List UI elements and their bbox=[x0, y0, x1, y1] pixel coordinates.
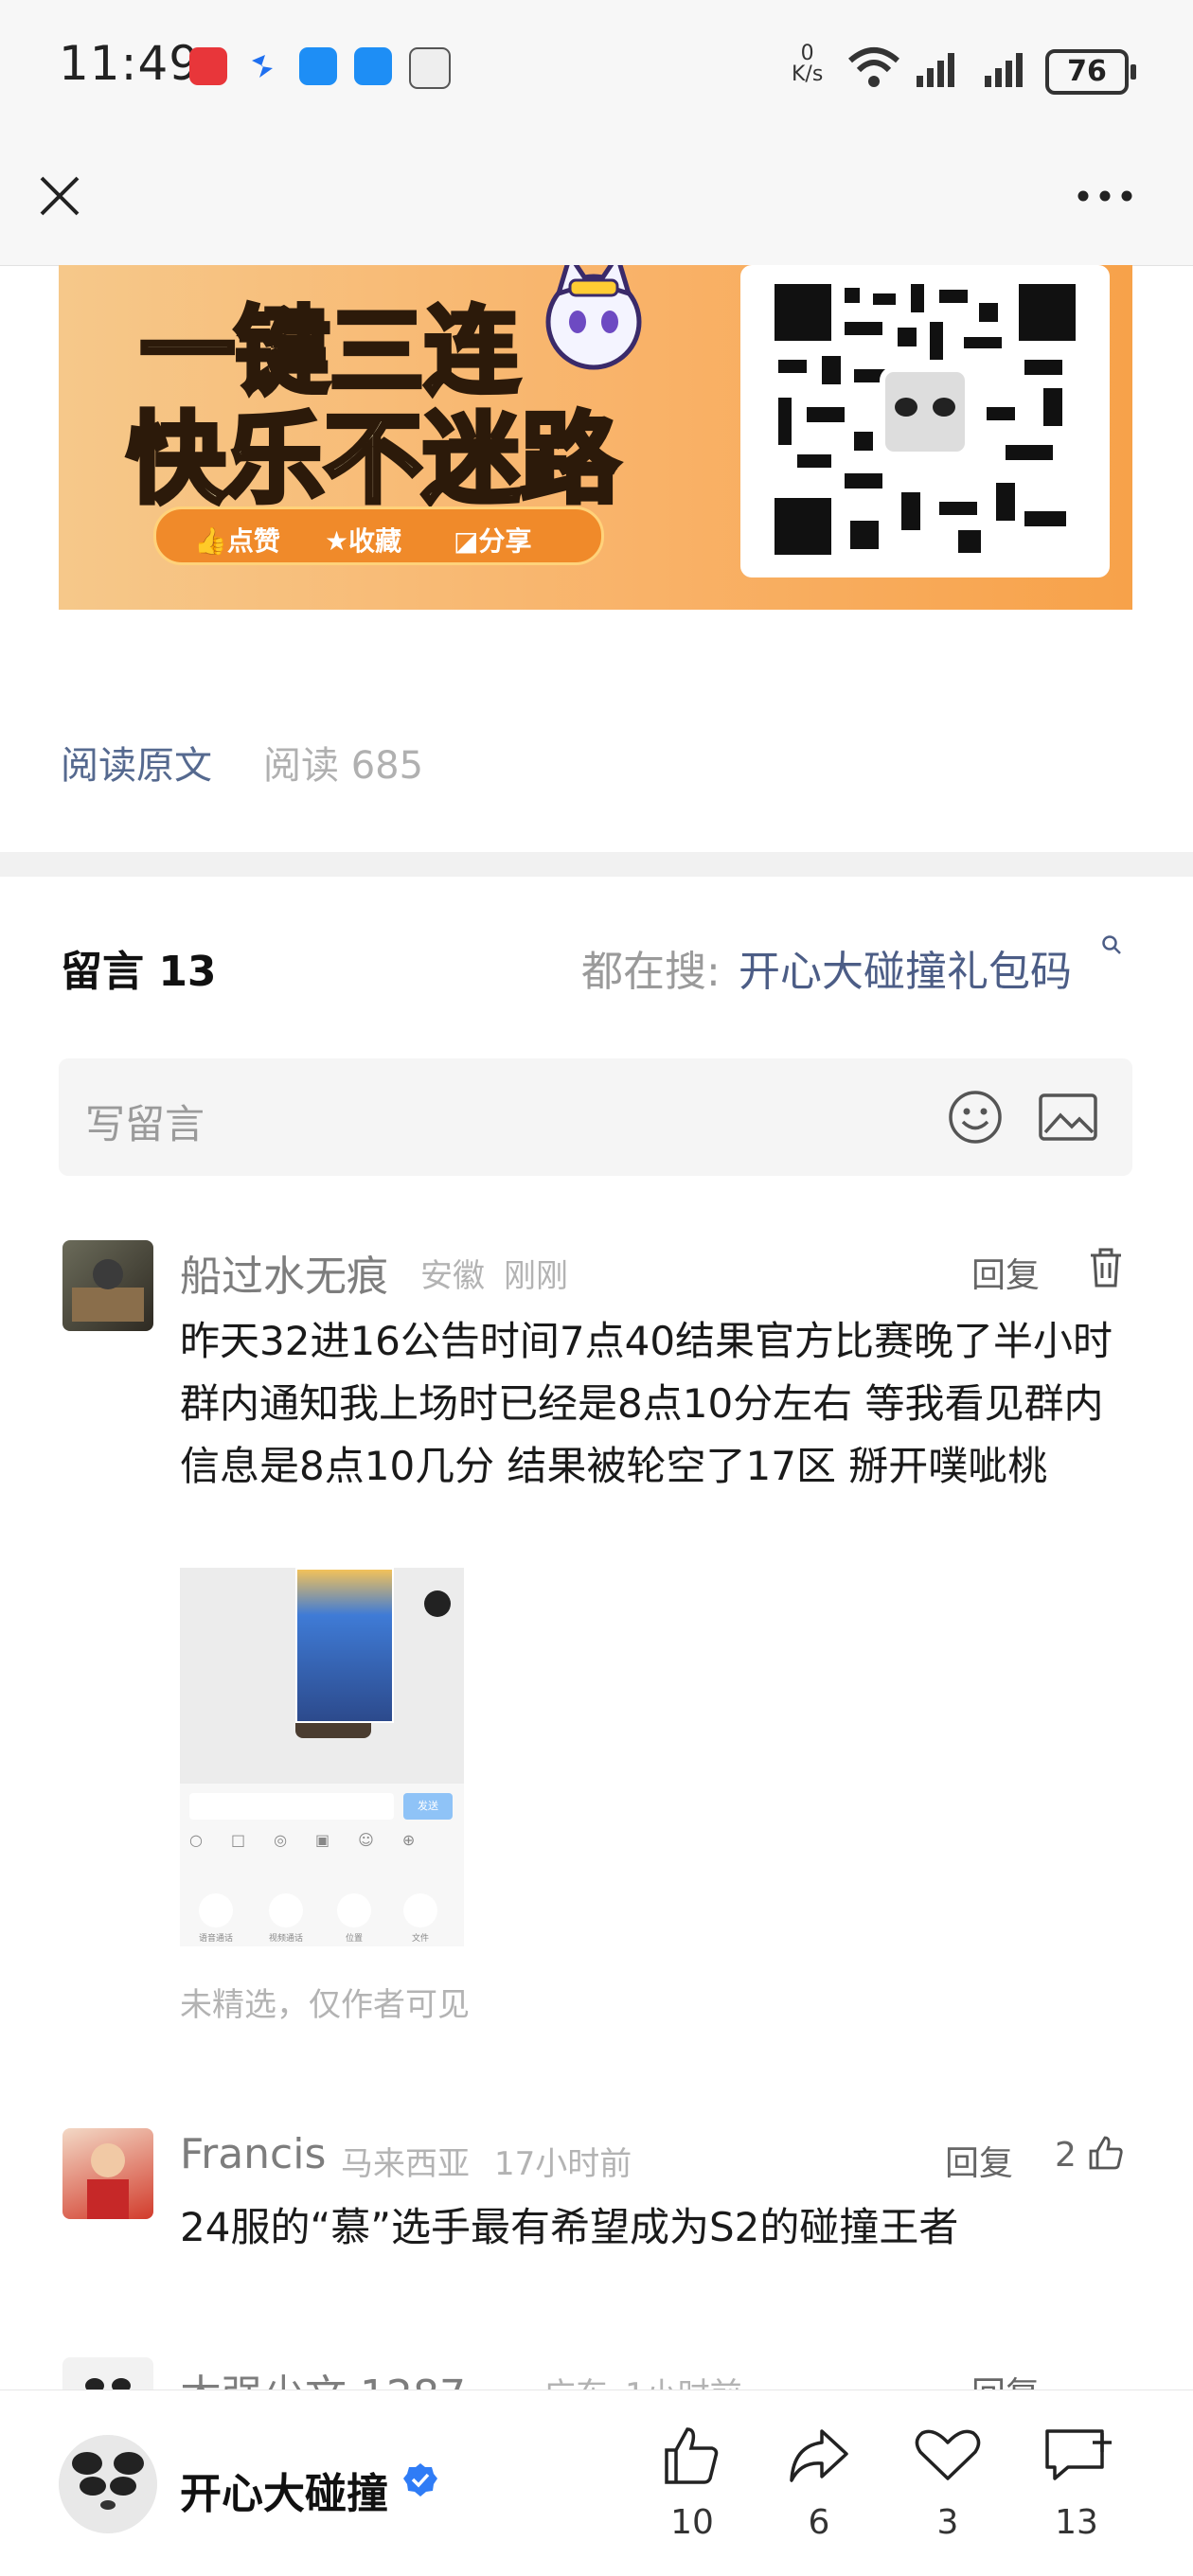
comment-time: 17小时前 bbox=[494, 2145, 632, 2183]
top-nav-bar bbox=[0, 133, 1193, 266]
commenter-name[interactable]: 船过水无痕 bbox=[180, 1242, 388, 1303]
comment-text: 昨天32进16公告时间7点40结果官方比赛晚了半小时群内通知我上场时已经是8点1… bbox=[180, 1318, 1113, 1489]
folder-icon bbox=[403, 1893, 437, 1928]
pill-fav-label: ★收藏 bbox=[325, 525, 402, 557]
trash-icon[interactable] bbox=[1085, 1246, 1127, 1289]
comment-like-count: 2 bbox=[1055, 2136, 1077, 2175]
network-speed: 0 K/s bbox=[792, 42, 824, 86]
comment-time: 刚刚 bbox=[504, 1257, 568, 1295]
avatar[interactable] bbox=[62, 2128, 153, 2219]
reply-button[interactable]: 回复 bbox=[945, 2136, 1013, 2185]
write-comment-placeholder: 写留言 bbox=[85, 1101, 205, 1147]
share-count: 6 bbox=[808, 2503, 830, 2542]
comment-location: 马来西亚 bbox=[341, 2145, 470, 2183]
comment-icon[interactable] bbox=[1034, 2424, 1119, 2486]
write-comment-box[interactable]: 写留言 bbox=[59, 1058, 1132, 1176]
signal-icon-1 bbox=[917, 53, 954, 87]
avatar[interactable] bbox=[62, 1240, 153, 1331]
close-icon[interactable] bbox=[36, 172, 83, 220]
comment-text: 24服的“慕”选手最有希望成为S2的碰撞王者 bbox=[180, 2204, 959, 2250]
emoji-icon[interactable] bbox=[947, 1089, 1004, 1146]
section-divider bbox=[0, 852, 1193, 877]
read-original-link[interactable]: 阅读原文 bbox=[61, 735, 212, 790]
mascot-cat-icon bbox=[545, 265, 642, 370]
video-call-icon bbox=[269, 1893, 303, 1928]
comment-location: 安徽 bbox=[420, 1257, 485, 1295]
wifi-icon bbox=[848, 47, 899, 87]
more-dots-icon[interactable] bbox=[1076, 186, 1134, 206]
battery-indicator: 76 bbox=[1045, 49, 1136, 95]
bottom-action-bar bbox=[0, 2389, 1193, 2576]
message-notification-icon bbox=[299, 47, 337, 85]
panda-app-icon bbox=[409, 47, 451, 89]
commenter-name[interactable]: Francis bbox=[180, 2130, 326, 2178]
promo-banner: 一键三连 快乐不迷路 👍点赞 ★收藏 ◪分享 bbox=[59, 265, 1132, 610]
comments-title: 留言 13 bbox=[61, 948, 217, 996]
read-count: 阅读 685 bbox=[263, 744, 424, 788]
qr-code bbox=[740, 265, 1110, 577]
verified-badge-icon bbox=[403, 2463, 437, 2496]
account-name[interactable]: 开心大碰撞 bbox=[180, 2460, 388, 2520]
account-avatar[interactable] bbox=[59, 2435, 157, 2533]
location-icon bbox=[337, 1893, 371, 1928]
banner-headline-2: 快乐不迷路 bbox=[124, 400, 621, 520]
screenshot-chat-input: 发送 ○□◎▣☺⊕ 语音通话 视频通话 位置 文件 bbox=[180, 1784, 464, 1946]
app-notification-icon bbox=[189, 47, 227, 85]
comment-count: 13 bbox=[1055, 2503, 1098, 2542]
search-notification-icon bbox=[354, 47, 392, 85]
phone-call-icon bbox=[199, 1893, 233, 1928]
screenshot-avatar bbox=[424, 1590, 451, 1617]
triple-action-pill: 👍点赞 ★收藏 ◪分享 bbox=[153, 506, 604, 565]
status-time: 11:49 bbox=[59, 36, 201, 91]
status-bar: 11:49 0 K/s 76 bbox=[0, 0, 1193, 133]
reply-button[interactable]: 回复 bbox=[971, 1248, 1040, 1297]
trending-search-label: 都在搜: bbox=[581, 948, 721, 996]
like-count: 10 bbox=[670, 2503, 714, 2542]
pill-share-label: ◪分享 bbox=[454, 525, 532, 557]
pinwheel-notification-icon bbox=[244, 47, 282, 85]
thumbs-up-icon[interactable] bbox=[1087, 2134, 1125, 2172]
share-icon[interactable] bbox=[776, 2424, 862, 2486]
search-icon bbox=[1102, 935, 1121, 954]
image-upload-icon[interactable] bbox=[1038, 1093, 1098, 1142]
favorite-count: 3 bbox=[936, 2503, 959, 2542]
heart-icon[interactable] bbox=[905, 2424, 990, 2486]
pill-like-label: 👍点赞 bbox=[194, 525, 280, 557]
signal-icon-2 bbox=[985, 53, 1023, 87]
comment-visibility-note: 未精选，仅作者可见 bbox=[180, 1986, 470, 2024]
like-icon[interactable] bbox=[650, 2424, 735, 2486]
trending-search-link[interactable]: 开心大碰撞礼包码 bbox=[739, 937, 1072, 998]
screenshot-game-thumb bbox=[295, 1568, 394, 1723]
comment-image[interactable]: 发送 ○□◎▣☺⊕ 语音通话 视频通话 位置 文件 bbox=[180, 1568, 464, 1946]
